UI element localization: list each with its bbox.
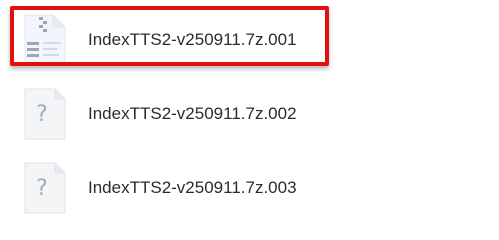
file-name: IndexTTS2-v250911.7z.001 <box>88 30 297 49</box>
file-name: IndexTTS2-v250911.7z.003 <box>88 178 297 197</box>
unknown-file-icon: ? <box>24 88 66 140</box>
file-item-001[interactable]: IndexTTS2-v250911.7z.001 <box>0 12 499 72</box>
file-name: IndexTTS2-v250911.7z.002 <box>88 104 297 123</box>
file-item-002[interactable]: ? IndexTTS2-v250911.7z.002 <box>0 86 499 146</box>
svg-text:?: ? <box>36 176 48 201</box>
file-item-003[interactable]: ? IndexTTS2-v250911.7z.003 <box>0 160 499 220</box>
unknown-file-icon: ? <box>24 162 66 214</box>
file-list: IndexTTS2-v250911.7z.001 ? IndexTTS2-v25… <box>0 0 499 227</box>
archive-file-icon <box>24 14 66 66</box>
svg-text:?: ? <box>36 102 48 127</box>
